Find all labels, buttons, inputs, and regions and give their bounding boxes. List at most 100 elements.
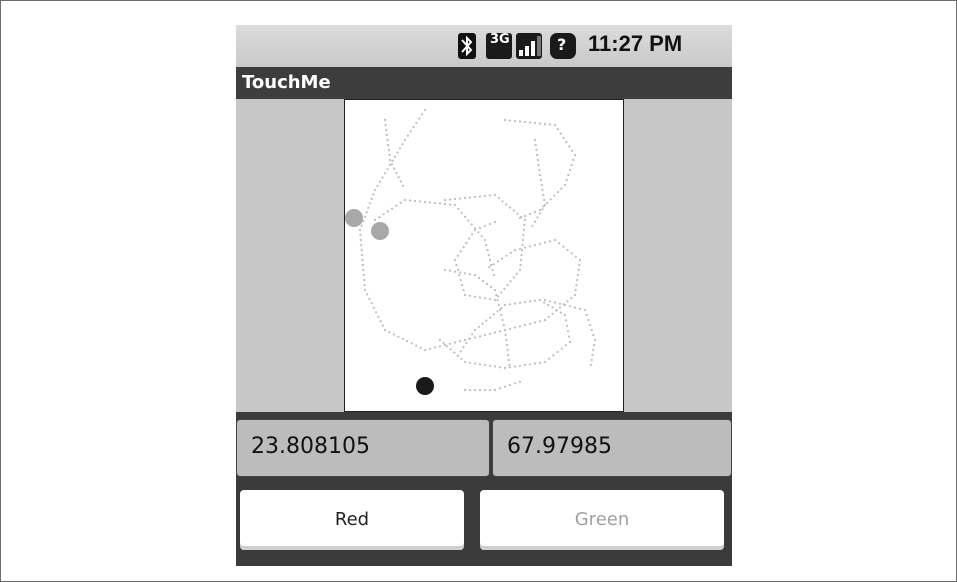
trail-point: [533, 138, 537, 142]
trail-point: [520, 253, 523, 257]
trail-point: [574, 288, 577, 292]
touch-dot-dark: [416, 377, 434, 395]
green-button[interactable]: Green: [480, 490, 724, 550]
trail-point: [456, 268, 459, 272]
trail-point: [498, 308, 502, 312]
trail-point: [473, 273, 477, 277]
trail-point: [503, 385, 507, 388]
trail-point: [465, 241, 468, 244]
trail-point: [562, 245, 565, 248]
trail-point: [500, 307, 503, 310]
trail-point: [538, 212, 542, 215]
trail-point: [504, 333, 507, 337]
trail-point: [470, 223, 473, 226]
trail-point: [548, 357, 551, 360]
trail-point: [520, 248, 524, 252]
app-title: TouchMe: [242, 72, 331, 93]
trail-point: [401, 143, 404, 146]
trail-point: [505, 254, 508, 257]
trail-point: [538, 320, 542, 323]
trail-point: [386, 138, 389, 142]
trail-point: [563, 183, 567, 187]
trail-point: [493, 193, 497, 197]
trail-point: [560, 187, 563, 190]
trail-point: [543, 203, 547, 207]
trail-point: [556, 350, 559, 354]
trail-point: [471, 333, 474, 336]
trail-point: [589, 363, 592, 367]
trail-point: [500, 313, 503, 317]
trail-point: [539, 178, 542, 182]
trail-point: [393, 167, 396, 170]
trail-point: [488, 388, 492, 392]
trail-point: [465, 341, 468, 344]
trail-point: [543, 122, 547, 126]
trail-point: [540, 183, 543, 187]
trail-point: [386, 168, 389, 171]
trail-point: [395, 204, 398, 207]
trail-point: [551, 312, 554, 315]
content-area: [236, 99, 732, 412]
trail-point: [463, 388, 467, 392]
trail-point: [570, 163, 573, 167]
trail-point: [533, 362, 537, 365]
trail-point: [468, 294, 472, 297]
trail-point: [513, 326, 517, 329]
trail-point: [473, 328, 477, 332]
trail-point: [376, 184, 379, 187]
trail-point: [368, 297, 371, 300]
trail-point: [592, 348, 595, 352]
trail-point: [370, 197, 373, 200]
red-button[interactable]: Red: [240, 490, 464, 550]
trail-point: [438, 338, 442, 342]
trail-point: [568, 305, 572, 308]
touch-canvas[interactable]: [344, 99, 624, 412]
trail-point: [438, 202, 442, 205]
trail-point: [468, 361, 472, 364]
trail-point: [378, 216, 381, 219]
trail-point: [406, 340, 409, 343]
trail-point: [453, 341, 457, 344]
trail-point: [481, 279, 485, 283]
trail-point: [471, 233, 474, 236]
trail-point: [488, 222, 492, 226]
x-coordinate-field[interactable]: 23.808105: [236, 419, 490, 477]
trail-point: [373, 218, 377, 222]
trail-point: [556, 128, 559, 131]
phone-screen: 3G ? 11:27 PM TouchMe 23.808105 67.97985…: [236, 25, 732, 566]
trail-point: [549, 198, 552, 201]
trail-point: [572, 158, 575, 162]
trail-point: [448, 342, 452, 345]
trail-point: [566, 248, 569, 252]
trail-point: [534, 143, 537, 147]
trail-point: [528, 212, 532, 216]
trail-point: [528, 245, 532, 248]
trail-point: [548, 300, 552, 303]
trail-point: [463, 338, 467, 342]
trail-point: [565, 324, 569, 327]
trail-point: [513, 365, 517, 368]
y-coordinate-field[interactable]: 67.97985: [492, 419, 732, 477]
trail-point: [563, 313, 567, 317]
trail-point: [538, 122, 542, 125]
trail-point: [363, 215, 367, 218]
3g-icon: 3G: [486, 32, 512, 59]
trail-point: [492, 273, 495, 277]
trail-point: [523, 223, 526, 227]
trail-point: [413, 199, 417, 203]
trail-point: [423, 108, 427, 112]
trail-point: [385, 133, 388, 137]
trail-point: [535, 148, 538, 152]
trail-point: [553, 301, 557, 304]
trail-point: [541, 208, 544, 211]
trail-point: [513, 119, 517, 123]
trail-point: [543, 198, 546, 202]
trail-point: [403, 198, 407, 202]
trail-point: [473, 295, 477, 298]
trail-point: [363, 283, 366, 287]
trail-point: [565, 141, 568, 144]
trail-point: [410, 342, 413, 345]
trail-point: [559, 311, 562, 314]
trail-point: [570, 297, 573, 300]
trail-point: [473, 227, 477, 230]
